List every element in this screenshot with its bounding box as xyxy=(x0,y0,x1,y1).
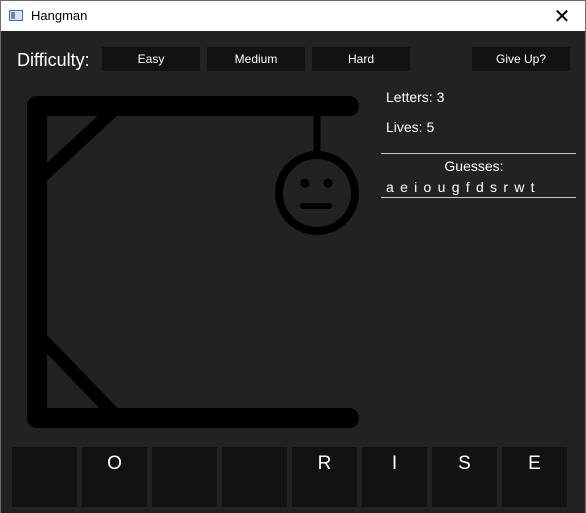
difficulty-label: Difficulty: xyxy=(17,50,90,70)
hard-button[interactable]: Hard xyxy=(312,47,410,71)
hangman-drawing xyxy=(27,96,359,428)
letter-tile: R xyxy=(292,447,357,507)
window-title: Hangman xyxy=(31,8,88,23)
letter-tile xyxy=(152,447,217,507)
hangman-right-eye xyxy=(323,178,333,188)
medium-button[interactable]: Medium xyxy=(207,47,305,71)
hangman-left-eye xyxy=(300,178,310,188)
close-icon[interactable]: ✕ xyxy=(539,1,585,31)
letter-tile: E xyxy=(502,447,567,507)
hangman-head xyxy=(275,151,359,235)
letter-tile xyxy=(12,447,77,507)
gallows-bottom-brace xyxy=(30,327,125,425)
letter-tile xyxy=(222,447,287,507)
letter-tile: I xyxy=(362,447,427,507)
easy-button[interactable]: Easy xyxy=(102,47,200,71)
guesses-title: Guesses: xyxy=(444,158,504,174)
gallows-top-brace xyxy=(30,99,125,188)
letter-tile: S xyxy=(432,447,497,507)
app-window-icon xyxy=(9,10,23,21)
divider xyxy=(381,197,576,198)
letters-count: Letters: 3 xyxy=(386,89,445,105)
title-bar: Hangman ✕ xyxy=(1,1,585,31)
divider xyxy=(381,153,576,154)
game-area: Difficulty: Easy Medium Hard Give Up? Le… xyxy=(1,31,585,513)
letter-tile: O xyxy=(82,447,147,507)
give-up-button[interactable]: Give Up? xyxy=(472,47,570,71)
guesses-list: a e i o u g f d s r w t xyxy=(386,179,536,195)
word-tiles: O R I S E xyxy=(12,447,567,507)
hangman-window: Hangman ✕ Difficulty: Easy Medium Hard G… xyxy=(0,0,586,513)
lives-count: Lives: 5 xyxy=(386,119,435,135)
